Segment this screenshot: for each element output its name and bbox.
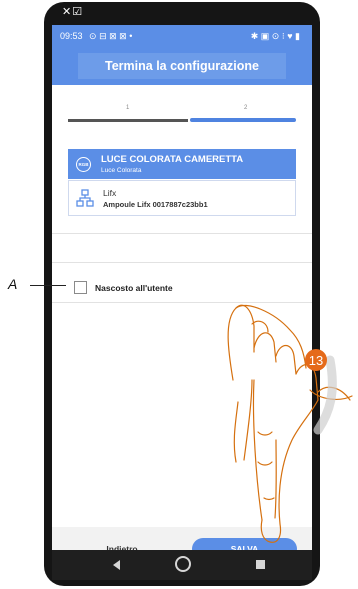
hand-illustration <box>227 304 353 543</box>
step-badge: 13 <box>305 349 327 371</box>
